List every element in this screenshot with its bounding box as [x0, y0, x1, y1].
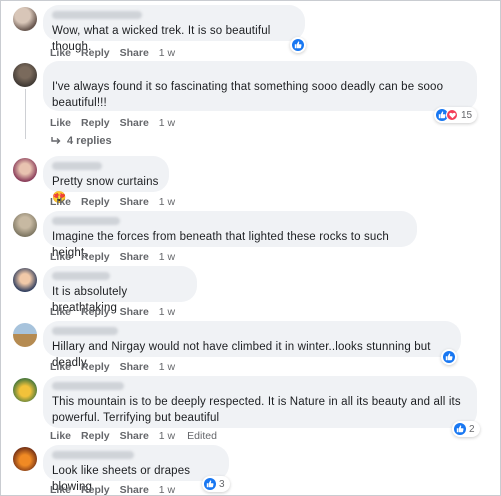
avatar[interactable] [13, 158, 37, 182]
comment-actions: Like Reply Share 1 w [50, 251, 185, 263]
avatar[interactable] [13, 378, 37, 402]
reaction-count: 3 [219, 478, 225, 490]
avatar[interactable] [13, 447, 37, 471]
share-button[interactable]: Share [120, 430, 149, 442]
replies-count-label: 4 replies [67, 135, 112, 147]
thread-connector [25, 89, 26, 139]
like-reaction-icon [443, 351, 455, 363]
like-button[interactable]: Like [50, 196, 71, 208]
reaction-summary[interactable] [290, 37, 306, 53]
timestamp[interactable]: 1 w [159, 306, 175, 318]
like-button[interactable]: Like [50, 361, 71, 373]
reaction-summary[interactable] [441, 349, 457, 365]
love-reaction-icon [446, 109, 458, 121]
timestamp[interactable]: 1 w [159, 117, 175, 129]
comment-actions: Like Reply Share 1 w [50, 306, 185, 318]
reply-button[interactable]: Reply [81, 484, 110, 495]
timestamp[interactable]: 1 w [159, 47, 175, 59]
share-button[interactable]: Share [120, 306, 149, 318]
comment-bubble: Pretty snow curtains😍 [43, 156, 169, 204]
reply-button[interactable]: Reply [81, 306, 110, 318]
view-replies-link[interactable]: 4 replies [50, 135, 112, 147]
author-name[interactable] [52, 327, 118, 335]
comment-bubble: I've always found it so fascinating that… [43, 61, 477, 111]
comments-panel: Wow, what a wicked trek. It is so beauti… [0, 0, 501, 496]
like-button[interactable]: Like [50, 251, 71, 263]
timestamp[interactable]: 1 w [159, 196, 175, 208]
share-button[interactable]: Share [120, 251, 149, 263]
timestamp[interactable]: 1 w [159, 430, 175, 442]
like-reaction-icon [454, 423, 466, 435]
author-name[interactable] [52, 382, 124, 390]
like-reaction-icon [204, 478, 216, 490]
reply-arrow-icon [51, 137, 61, 144]
comment-bubble: Imagine the forces from beneath that lig… [43, 211, 417, 259]
comment-actions: Like Reply Share 1 w [50, 47, 185, 59]
timestamp[interactable]: 1 w [159, 251, 175, 263]
like-button[interactable]: Like [50, 47, 71, 59]
reply-button[interactable]: Reply [81, 251, 110, 263]
reply-button[interactable]: Reply [81, 117, 110, 129]
reaction-count: 2 [469, 423, 475, 435]
reaction-summary[interactable]: 3 [202, 476, 230, 492]
avatar[interactable] [13, 268, 37, 292]
share-button[interactable]: Share [120, 196, 149, 208]
timestamp[interactable]: 1 w [159, 484, 175, 495]
comment-bubble: Hillary and Nirgay would not have climbe… [43, 321, 461, 369]
comment-actions: Like Reply Share 1 w [50, 484, 185, 495]
avatar[interactable] [13, 7, 37, 31]
author-name[interactable] [52, 11, 142, 19]
avatar[interactable] [13, 213, 37, 237]
comment-actions: Like Reply Share 1 w [50, 361, 185, 373]
share-button[interactable]: Share [120, 47, 149, 59]
reply-button[interactable]: Reply [81, 361, 110, 373]
comment-bubble: Wow, what a wicked trek. It is so beauti… [43, 5, 305, 53]
avatar[interactable] [13, 63, 37, 87]
reply-button[interactable]: Reply [81, 47, 110, 59]
share-button[interactable]: Share [120, 484, 149, 495]
reaction-count: 15 [461, 109, 473, 121]
like-button[interactable]: Like [50, 430, 71, 442]
reaction-summary[interactable]: 2 [452, 421, 480, 437]
author-name[interactable] [52, 162, 102, 170]
timestamp[interactable]: 1 w [159, 361, 175, 373]
reaction-summary[interactable]: 15 [434, 107, 478, 123]
comment-bubble: Look like sheets or drapes blowing [43, 445, 229, 493]
like-button[interactable]: Like [50, 484, 71, 495]
comment-bubble: It is absolutely breathtaking [43, 266, 197, 314]
comment-text: I've always found it so fascinating that… [52, 81, 444, 109]
author-name[interactable] [52, 272, 110, 280]
comment-actions: Like Reply Share 1 w [50, 196, 185, 208]
reply-button[interactable]: Reply [81, 430, 110, 442]
like-button[interactable]: Like [50, 306, 71, 318]
share-button[interactable]: Share [120, 117, 149, 129]
like-reaction-icon [292, 39, 304, 51]
comment-actions: Like Reply Share 1 w Edited [50, 430, 227, 442]
reply-button[interactable]: Reply [81, 196, 110, 208]
edited-label[interactable]: Edited [187, 430, 217, 442]
comment-actions: Like Reply Share 1 w [50, 117, 185, 129]
author-name[interactable] [52, 217, 120, 225]
share-button[interactable]: Share [120, 361, 149, 373]
comment-text: This mountain is to be deeply respected.… [52, 396, 461, 424]
avatar[interactable] [13, 323, 37, 347]
author-name[interactable] [52, 451, 134, 459]
like-button[interactable]: Like [50, 117, 71, 129]
comment-bubble: This mountain is to be deeply respected.… [43, 376, 477, 428]
